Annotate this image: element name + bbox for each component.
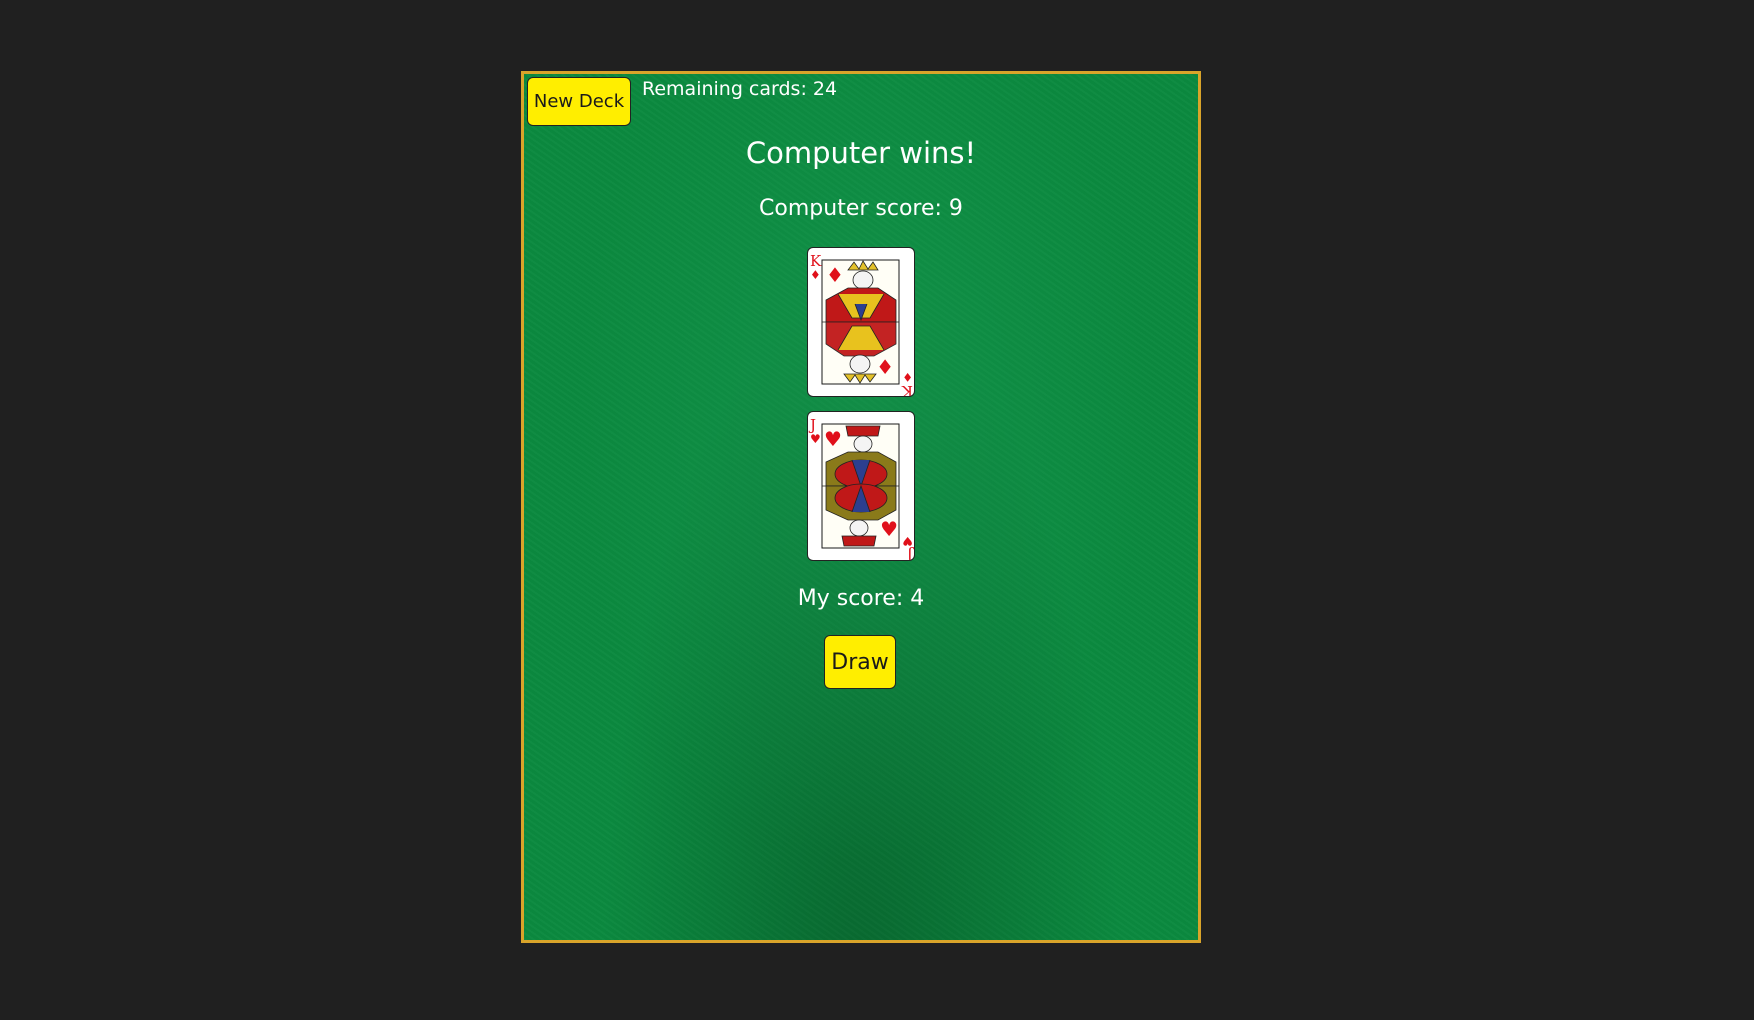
my-score: My score: 4 — [797, 586, 925, 611]
new-deck-button[interactable]: New Deck — [527, 77, 631, 126]
round-result: Computer wins! — [745, 136, 977, 170]
king-of-diamonds-card: K ♦ ♦ ♦ K ♦ — [807, 247, 915, 397]
card-suit-pip: ♦ — [826, 263, 844, 287]
card-suit-pip: ♥ — [810, 432, 821, 446]
card-suit-pip: ♦ — [902, 370, 913, 384]
draw-button[interactable]: Draw — [824, 635, 896, 689]
game-table: New Deck Remaining cards: 24 Computer wi… — [521, 71, 1201, 943]
remaining-cards-count: Remaining cards: 24 — [642, 78, 838, 100]
card-suit-pip: ♥ — [880, 517, 898, 541]
player-card-slot: J ♥ ♥ ♥ J ♥ — [807, 411, 915, 561]
card-suit-pip: ♦ — [876, 355, 894, 379]
jack-of-hearts-card: J ♥ ♥ ♥ J ♥ — [807, 411, 915, 561]
computer-card-slot: K ♦ ♦ ♦ K ♦ — [807, 247, 915, 397]
card-suit-pip: ♦ — [810, 268, 821, 282]
computer-score: Computer score: 9 — [759, 196, 963, 221]
card-suit-pip: ♥ — [902, 534, 913, 548]
card-suit-pip: ♥ — [824, 427, 842, 451]
